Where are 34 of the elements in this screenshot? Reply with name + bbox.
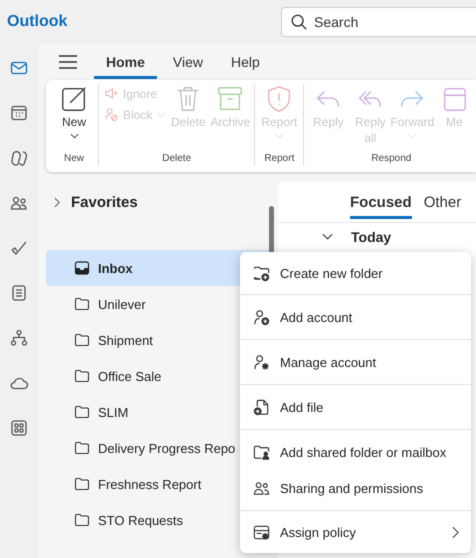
copilot-icon[interactable] [9, 148, 29, 168]
folder-icon [74, 332, 90, 348]
chevron-icon[interactable] [54, 196, 61, 208]
app-title: Outlook [7, 13, 68, 31]
menu-icon[interactable] [58, 54, 78, 70]
person-block-icon [104, 107, 119, 122]
folder-icon [74, 512, 90, 528]
chevron-right-icon [452, 526, 459, 538]
folder-icon [74, 368, 90, 384]
chevron-icon[interactable] [322, 233, 333, 241]
apps-icon[interactable] [9, 418, 29, 438]
group-label: Report [264, 153, 294, 166]
person-gear-icon [252, 352, 271, 372]
ribbon-tab[interactable]: Help [219, 46, 272, 78]
ribbon-button[interactable]: New [53, 84, 95, 153]
calendar-icon[interactable] [9, 103, 29, 123]
person-add-icon [252, 308, 271, 326]
file-add-icon [252, 398, 271, 416]
folder-icon [74, 296, 90, 312]
group-label: New [64, 153, 84, 166]
ribbon-tab[interactable]: View [160, 46, 215, 78]
group-label: Respond [371, 153, 412, 166]
group-header: Today [351, 229, 392, 245]
org-chart-icon[interactable] [9, 328, 29, 348]
folder-icon [74, 404, 90, 420]
inbox-tab[interactable]: Focused [350, 186, 412, 218]
search-field[interactable]: Search [281, 7, 476, 37]
folder-icon [74, 440, 90, 456]
group-label: Delete [162, 153, 192, 166]
inbox-tab[interactable]: Other [424, 186, 462, 218]
inbox-icon [74, 260, 90, 276]
folder-icon [74, 476, 90, 492]
favorites-header[interactable]: Favorites [71, 194, 138, 210]
mute-icon [104, 86, 119, 101]
